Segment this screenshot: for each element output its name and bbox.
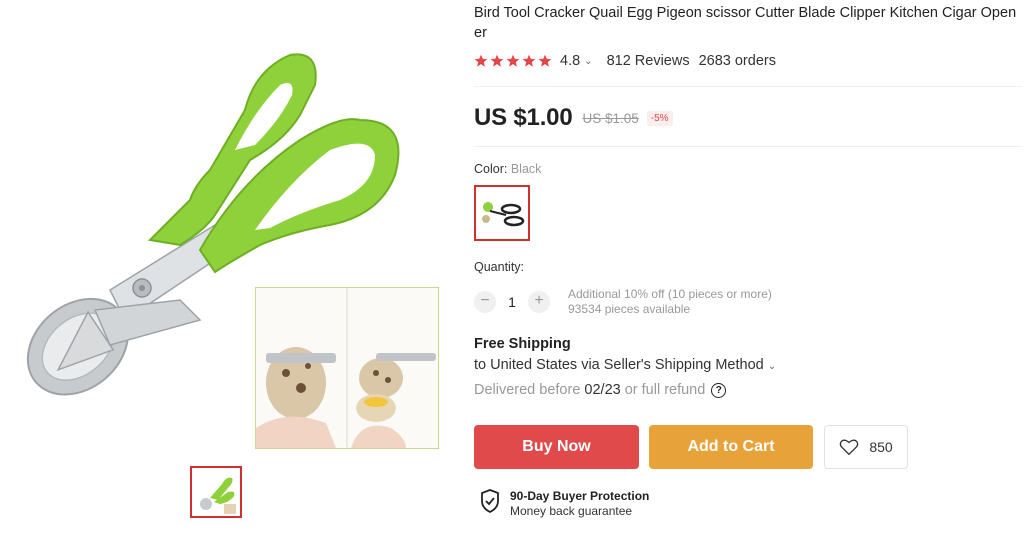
color-value: Black — [510, 162, 542, 176]
protection-title: 90-Day Buyer Protection — [510, 489, 650, 503]
add-to-cart-button[interactable]: Add to Cart — [649, 425, 813, 469]
discount-badge: -5% — [646, 110, 673, 126]
protection-subtitle: Money back guarantee — [510, 504, 633, 518]
buyer-protection: 90-Day Buyer Protection Money back guara… — [480, 489, 649, 519]
delivery-date: 02/23 — [584, 382, 621, 398]
quantity-stepper: − 1 + Additional 10% off (10 pieces or m… — [474, 287, 772, 317]
shipping-method[interactable]: to United States via Seller's Shipping M… — [474, 357, 776, 373]
current-price: US $1.00 — [474, 104, 573, 131]
star-icon — [538, 54, 552, 67]
delivery-suffix: or full refund — [624, 382, 706, 398]
color-label: Color: Black — [474, 162, 541, 176]
shipping-title: Free Shipping — [474, 336, 571, 352]
star-icon — [490, 54, 504, 67]
decrease-quantity-button[interactable]: − — [474, 291, 496, 313]
heart-icon — [840, 439, 859, 456]
shield-check-icon — [481, 489, 499, 513]
buy-now-button[interactable]: Buy Now — [474, 425, 639, 469]
divider — [474, 146, 1022, 147]
delivery-prefix: Delivered before — [474, 382, 581, 398]
stock-available: 93534 pieces available — [568, 302, 691, 316]
divider — [474, 86, 1022, 87]
orders-count: 2683 orders — [698, 53, 776, 69]
star-icon — [522, 54, 536, 67]
quantity-input[interactable]: 1 — [496, 294, 528, 310]
price-row: US $1.00 US $1.05 -5% — [474, 104, 673, 132]
product-title: Bird Tool Cracker Quail Egg Pigeon sciss… — [474, 5, 1017, 41]
bulk-discount-note: Additional 10% off (10 pieces or more) — [568, 287, 772, 301]
delivery-estimate: Delivered before 02/23 or full refund ? — [474, 382, 727, 398]
wishlist-count: 850 — [869, 439, 893, 455]
quantity-label: Quantity: — [474, 260, 525, 274]
quantity-info: Additional 10% off (10 pieces or more) 9… — [568, 287, 772, 317]
increase-quantity-button[interactable]: + — [528, 291, 550, 313]
color-option-black[interactable] — [474, 185, 530, 241]
original-price: US $1.05 — [582, 110, 639, 126]
chevron-down-icon[interactable]: ⌄ — [768, 361, 776, 372]
chevron-down-icon[interactable]: ⌄ — [584, 56, 592, 67]
rating-row: 4.8 ⌄ 812 Reviews 2683 orders — [474, 52, 776, 70]
shipping-method-text[interactable]: to United States via Seller's Shipping M… — [474, 357, 764, 373]
help-icon[interactable]: ? — [711, 382, 727, 398]
product-thumbnail[interactable] — [190, 466, 242, 518]
wishlist-button[interactable]: 850 — [824, 425, 908, 469]
color-label-text: Color: — [474, 162, 508, 176]
star-rating — [474, 54, 552, 68]
star-icon — [474, 54, 488, 67]
reviews-link[interactable]: 812 Reviews — [607, 53, 690, 69]
star-icon — [506, 54, 520, 67]
usage-photo-inset — [255, 287, 439, 449]
rating-value[interactable]: 4.8 — [560, 53, 580, 69]
